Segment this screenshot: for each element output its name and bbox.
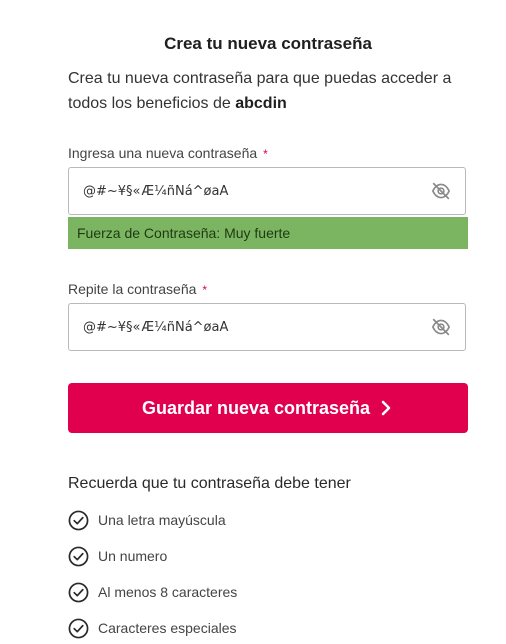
requirement-item: Una letra mayúscula <box>68 509 226 531</box>
required-mark: * <box>202 283 208 297</box>
check-circle-icon <box>68 582 89 602</box>
chevron-right-icon <box>381 400 391 416</box>
requirement-label: Un numero <box>98 548 168 564</box>
repeat-password-input[interactable] <box>83 304 423 350</box>
requirement-item: Al menos 8 caracteres <box>68 581 237 603</box>
save-password-button[interactable]: Guardar nueva contraseña <box>68 383 468 433</box>
save-password-button-label: Guardar nueva contraseña <box>141 397 371 418</box>
new-password-input[interactable] <box>83 168 423 214</box>
repeat-password-field[interactable] <box>68 303 466 351</box>
eye-slash-icon[interactable] <box>431 182 451 200</box>
eye-slash-icon[interactable] <box>431 318 451 336</box>
required-mark: * <box>263 147 268 161</box>
check-circle-icon <box>68 510 89 530</box>
new-password-field[interactable] <box>68 167 466 215</box>
requirement-item: Un numero <box>68 545 167 567</box>
password-strength-indicator: Fuerza de Contraseña: Muy fuerte <box>68 217 468 249</box>
requirement-item: Caracteres especiales <box>68 617 237 639</box>
requirement-label: Al menos 8 caracteres <box>98 584 238 600</box>
check-circle-icon <box>68 546 89 566</box>
new-password-label: Ingresa una nueva contraseña * <box>68 145 268 161</box>
check-circle-icon <box>68 618 89 638</box>
intro-text: Crea tu nueva contraseña para que puedas… <box>68 66 468 116</box>
new-password-label-text: Ingresa una nueva contraseña <box>68 145 258 161</box>
page-title: Crea tu nueva contraseña <box>164 34 372 53</box>
repeat-password-label: Repite la contraseña * <box>68 281 207 297</box>
requirements-title: Recuerda que tu contraseña debe tener <box>68 475 351 492</box>
requirement-label: Una letra mayúscula <box>98 512 226 528</box>
repeat-password-label-text: Repite la contraseña <box>68 281 197 297</box>
requirement-label: Caracteres especiales <box>98 620 237 636</box>
brand-name: abcdin <box>235 95 287 112</box>
reset-password-page: Crea tu nueva contraseña Crea tu nueva c… <box>0 0 506 644</box>
